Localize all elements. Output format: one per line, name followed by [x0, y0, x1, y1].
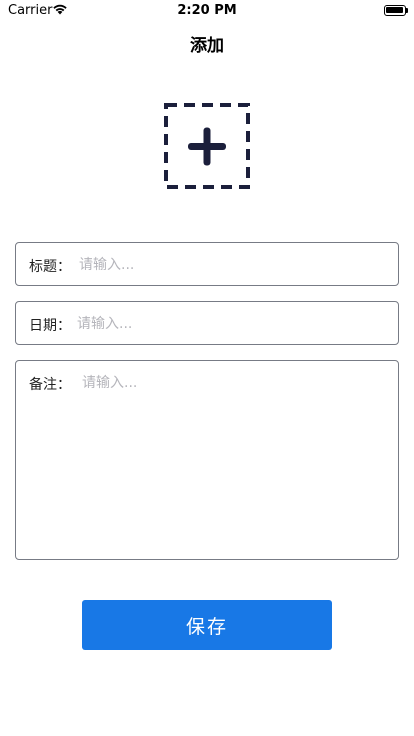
- note-input[interactable]: [82, 373, 382, 549]
- status-bar: Carrier 2:20 PM: [0, 0, 414, 22]
- page-title: 添加: [190, 36, 224, 56]
- date-input[interactable]: [77, 314, 377, 334]
- save-button[interactable]: 保存: [82, 600, 332, 650]
- title-input[interactable]: [79, 255, 379, 275]
- battery-icon: [384, 5, 408, 16]
- add-image-icon: [164, 103, 250, 189]
- date-label: 日期：: [29, 318, 71, 334]
- title-field: 标题：: [15, 242, 399, 286]
- note-field: 备注：: [15, 360, 399, 560]
- title-label: 标题：: [29, 259, 71, 275]
- note-label: 备注：: [29, 377, 71, 393]
- status-time: 2:20 PM: [177, 3, 237, 18]
- add-image-button[interactable]: [164, 103, 250, 189]
- date-field: 日期：: [15, 301, 399, 345]
